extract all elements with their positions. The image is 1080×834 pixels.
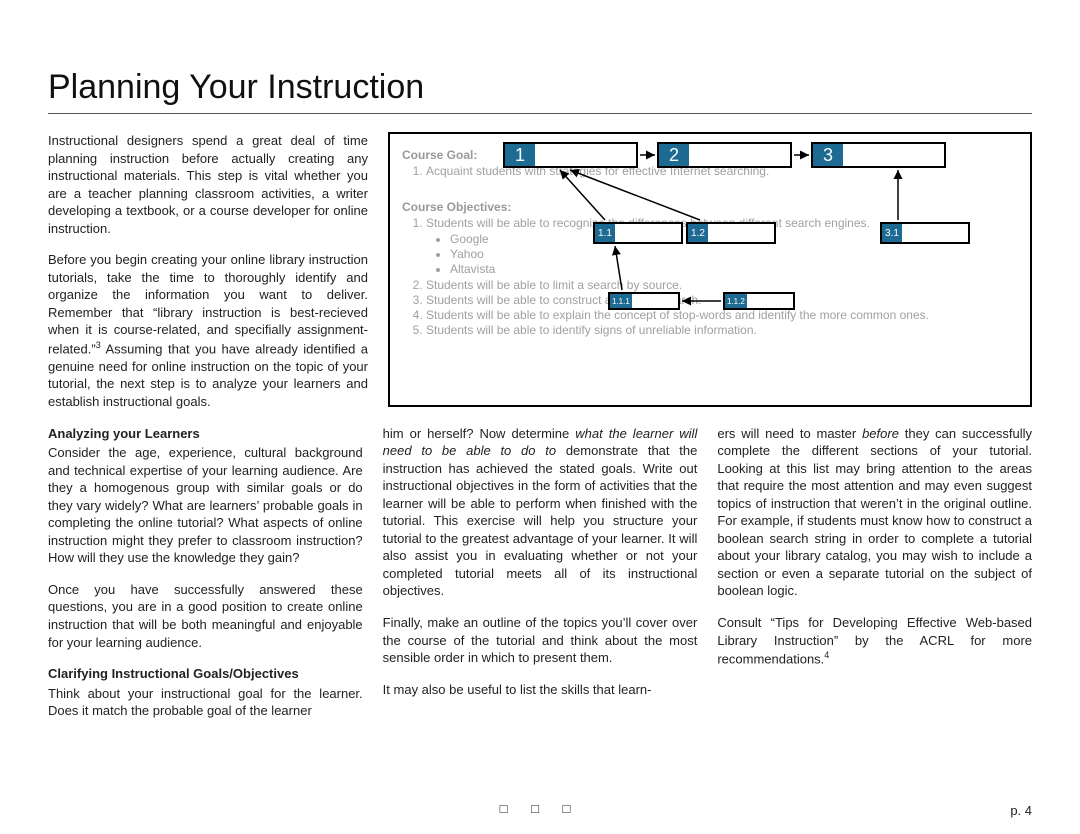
objectives-label: Course Objectives: xyxy=(402,200,511,214)
intro-p2: Before you begin creating your online li… xyxy=(48,251,368,410)
intro-p2b: Assuming that you have already identifie… xyxy=(48,341,368,409)
flownode-1-1-1: 1.1.1 xyxy=(608,292,680,310)
title-rule xyxy=(48,113,1032,114)
engine-altavista: Altavista xyxy=(450,262,1018,276)
col-a-p2: Once you have successfully answered thes… xyxy=(48,581,363,651)
flownode-1-2: 1.2 xyxy=(686,222,776,244)
obj-4: Students will be able to explain the con… xyxy=(426,308,1018,322)
col-c-p2: Consult “Tips for Developing Effective W… xyxy=(717,614,1032,668)
page-number: p. 4 xyxy=(1010,803,1032,818)
body-col-2: him or herself? Now determine what the l… xyxy=(383,425,698,720)
obj-5: Students will be able to identify signs … xyxy=(426,323,1018,337)
flownode-3: 3 xyxy=(811,142,946,168)
col-c-p1: ers will need to master before they can … xyxy=(717,425,1032,600)
body-col-3: ers will need to master before they can … xyxy=(717,425,1032,720)
col-b-p2: Finally, make an outline of the topics y… xyxy=(383,614,698,667)
intro-column: Instructional designers spend a great de… xyxy=(48,132,368,411)
page-title: Planning Your Instruction xyxy=(48,68,1032,107)
goal-label: Course Goal: xyxy=(402,148,477,162)
col-a-p1: Consider the age, experience, cultural b… xyxy=(48,444,363,567)
intro-p1: Instructional designers spend a great de… xyxy=(48,132,368,237)
obj-3: Students will be able to construct a Boo… xyxy=(426,293,1018,307)
flownode-1-1: 1.1 xyxy=(593,222,683,244)
course-diagram: Course Goal: Acquaint students with stra… xyxy=(388,132,1032,407)
body-col-1: Analyzing your Learners Consider the age… xyxy=(48,425,363,720)
hd-clarifying: Clarifying Instructional Goals/Objective… xyxy=(48,665,363,683)
page-ornament: □ □ □ xyxy=(0,801,1080,816)
flownode-1: 1 xyxy=(503,142,638,168)
hd-analyzing: Analyzing your Learners xyxy=(48,425,363,443)
col-b-p1: him or herself? Now determine what the l… xyxy=(383,425,698,600)
flownode-2: 2 xyxy=(657,142,792,168)
flownode-3-1: 3.1 xyxy=(880,222,970,244)
col-b-p3: It may also be useful to list the skills… xyxy=(383,681,698,699)
engine-yahoo: Yahoo xyxy=(450,247,1018,261)
col-a-p3: Think about your instructional goal for … xyxy=(48,685,363,720)
flownode-1-1-2: 1.1.2 xyxy=(723,292,795,310)
obj-2: Students will be able to limit a search … xyxy=(426,278,1018,292)
footnote-4: 4 xyxy=(824,650,829,660)
